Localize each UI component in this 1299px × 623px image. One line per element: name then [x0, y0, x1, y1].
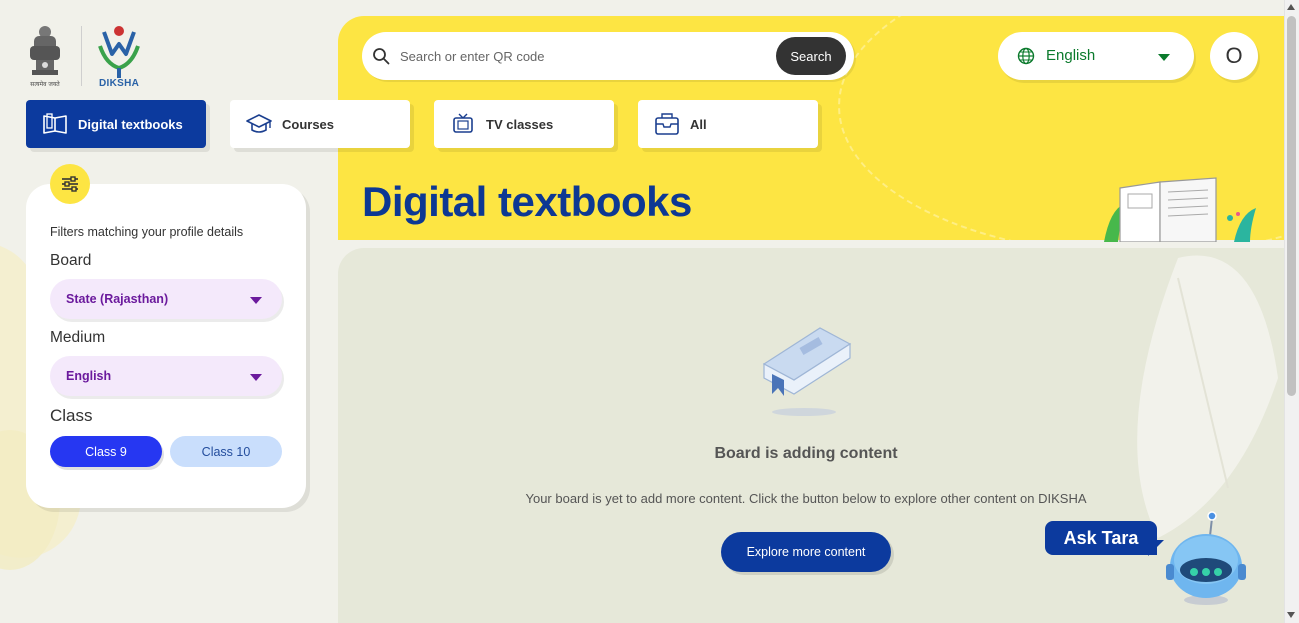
filter-caption: Filters matching your profile details: [50, 225, 244, 239]
tab-courses[interactable]: Courses: [230, 100, 410, 148]
inbox-icon: [655, 113, 679, 135]
tab-label: Digital textbooks: [78, 116, 183, 132]
tab-tv-classes[interactable]: TV classes: [434, 100, 614, 148]
language-label: English: [1046, 47, 1096, 64]
board-select[interactable]: State (Rajasthan): [50, 279, 282, 319]
chevron-down-icon: [250, 297, 262, 304]
tv-icon: [453, 113, 473, 133]
empty-book-illustration: [762, 327, 852, 416]
tab-digital-textbooks[interactable]: Digital textbooks: [26, 100, 206, 148]
chevron-down-icon: [1158, 54, 1170, 61]
open-book-illustration: [1104, 177, 1256, 242]
graduation-cap-icon: [246, 114, 272, 133]
filter-toggle-button[interactable]: [50, 164, 90, 204]
board-value: State (Rajasthan): [66, 292, 169, 306]
medium-select[interactable]: English: [50, 356, 282, 396]
medium-value: English: [66, 369, 112, 383]
scroll-up-arrow-icon[interactable]: [1287, 4, 1295, 10]
scroll-down-arrow-icon[interactable]: [1287, 612, 1295, 618]
board-label: Board: [50, 252, 92, 269]
page-title: Digital textbooks: [362, 178, 692, 225]
scrollbar-thumb[interactable]: [1287, 16, 1296, 396]
svg-text:सत्यमेव जयते: सत्यमेव जयते: [30, 80, 60, 88]
empty-state-description: Your board is yet to add more content. C…: [525, 491, 1087, 506]
search-icon: [373, 48, 390, 65]
tab-label: TV classes: [486, 116, 554, 132]
empty-state-title: Board is adding content: [714, 445, 898, 462]
book-open-icon: [43, 113, 67, 134]
tab-label: All: [690, 116, 707, 132]
chevron-down-icon: [250, 374, 262, 381]
explore-more-content-button[interactable]: Explore more content: [721, 532, 891, 572]
national-emblem-logo: सत्यमेव जयते: [30, 26, 60, 88]
medium-label: Medium: [50, 329, 106, 346]
search-input[interactable]: [400, 44, 760, 68]
ask-tara-button[interactable]: Ask Tara: [1045, 521, 1157, 555]
diksha-brand-text: DIKSHA: [99, 78, 140, 89]
tab-label: Courses: [282, 116, 335, 132]
tab-all[interactable]: All: [638, 100, 818, 148]
robot-assistant-icon[interactable]: [1164, 510, 1250, 606]
class-label: Class: [50, 406, 93, 425]
sliders-icon: [62, 176, 78, 192]
user-avatar[interactable]: O: [1210, 32, 1258, 80]
search-button[interactable]: Search: [776, 37, 846, 75]
logo-divider: [81, 26, 82, 86]
globe-icon: [1017, 47, 1035, 65]
